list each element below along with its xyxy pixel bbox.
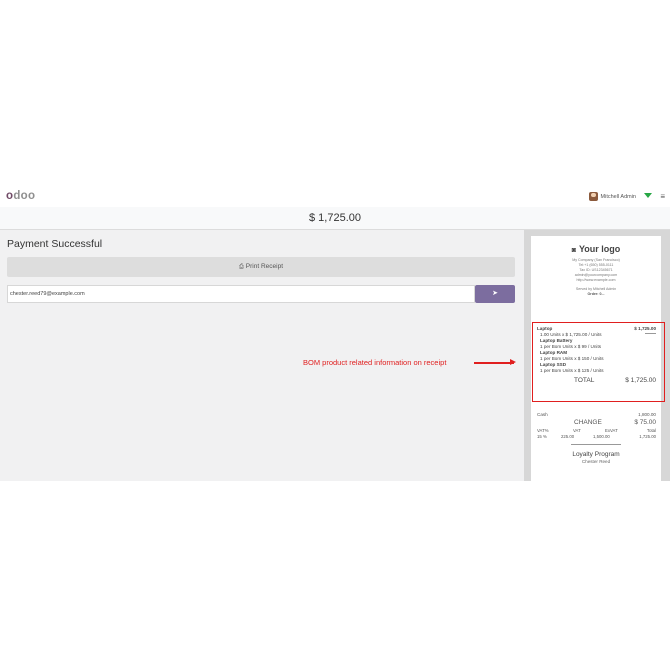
payment-amount: $ 1,725.00: [0, 207, 670, 230]
user-name: Mitchell Admin: [600, 193, 636, 200]
receipt-logo: ◙ Your logo: [571, 244, 621, 254]
page-title: Payment Successful: [7, 238, 103, 250]
highlight-box: [532, 322, 665, 402]
loyalty-title: Loyalty Program: [572, 451, 620, 458]
top-navbar: odoo Mitchell Admin ≡: [0, 187, 670, 208]
send-icon: ➤: [492, 290, 498, 297]
email-field[interactable]: chester.reed79@example.com: [7, 285, 475, 303]
customer-name: Chester Reed: [581, 459, 611, 464]
user-menu[interactable]: Mitchell Admin: [588, 192, 636, 201]
payment-row: Cash 1,800.00: [537, 412, 656, 417]
company-info: My Company (San Francisco) Tel:+1 (650) …: [572, 258, 620, 282]
annotation-text: BOM product related information on recei…: [303, 358, 447, 367]
annotation-arrow: [474, 359, 516, 365]
print-receipt-label: Print Receipt: [245, 263, 284, 270]
avatar: [588, 192, 598, 201]
hamburger-icon[interactable]: ≡: [660, 192, 665, 201]
printer-icon: ⎙: [238, 264, 244, 270]
odoo-logo[interactable]: odoo: [6, 190, 35, 202]
served-by: Served by Mitchell Admin Order: 0...: [531, 287, 661, 297]
email-row: chester.reed79@example.com ➤: [7, 285, 515, 303]
vat-value-row: 15 % 225.00 1,500.00 1,725.00: [537, 434, 656, 439]
send-email-button[interactable]: ➤: [475, 285, 515, 303]
camera-icon: ◙: [571, 247, 576, 254]
connection-status-icon[interactable]: [644, 193, 652, 198]
payment-summary: Cash 1,800.00 CHANGE $ 75.00 VAT% VAT Ex…: [531, 412, 661, 464]
change-row: CHANGE $ 75.00: [574, 419, 656, 426]
divider: [571, 444, 621, 445]
payment-panel: Payment Successful ⎙ Print Receipt cheste…: [0, 230, 524, 481]
print-receipt-button[interactable]: ⎙ Print Receipt: [7, 257, 515, 277]
order-number: Order: 0...: [587, 292, 605, 296]
